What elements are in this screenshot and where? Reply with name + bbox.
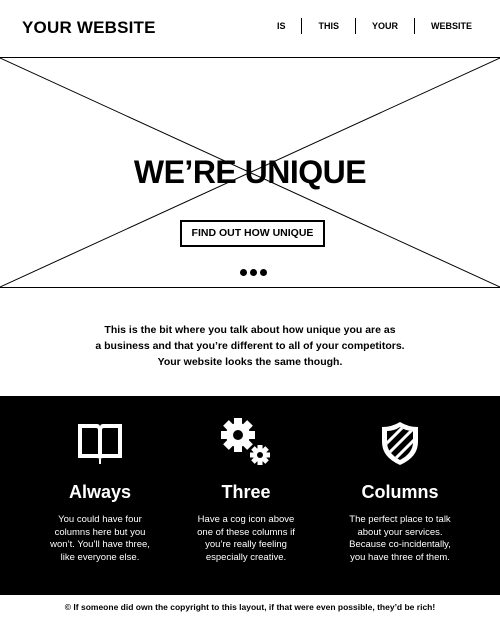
feature-text-line: like everyone else.	[60, 551, 140, 563]
feature-text-line: Have a cog icon above	[197, 514, 295, 525]
book-icon	[17, 418, 183, 468]
features-section: Always You could have four columns here …	[0, 396, 500, 595]
feature-text: The perfect place to talk about your ser…	[330, 514, 470, 564]
nav-item-website[interactable]: WEBSITE	[415, 18, 480, 34]
slide-dot-1[interactable]	[240, 269, 247, 276]
feature-text-line: Because co-incidentally,	[349, 539, 451, 550]
nav-item-your[interactable]: YOUR	[356, 18, 414, 34]
feature-text: You could have four columns here but you…	[30, 514, 170, 564]
feature-text-line: columns here but you	[54, 526, 146, 538]
feature-text-line: won’t. You’ll have three,	[50, 539, 150, 550]
find-out-button[interactable]: FIND OUT HOW UNIQUE	[180, 220, 325, 247]
site-logo[interactable]: YOUR WEBSITE	[22, 18, 156, 38]
site-header: YOUR WEBSITE IS THIS YOUR WEBSITE	[0, 0, 500, 57]
hero-title: WE’RE UNIQUE	[133, 154, 367, 190]
feature-text-line: you’re really feeling	[205, 539, 287, 550]
intro-text: This is the bit where you talk about how…	[0, 322, 500, 370]
feature-title: Columns	[361, 482, 439, 502]
footer-copyright: © If someone did own the copyright to th…	[64, 602, 436, 612]
intro-line: a business and that you’re different to …	[95, 340, 405, 352]
feature-title: Always	[68, 482, 132, 502]
feature-text-line: you have three of them.	[350, 551, 450, 563]
intro-line: This is the bit where you talk about how…	[104, 324, 396, 336]
slide-dot-3[interactable]	[260, 269, 267, 276]
shield-icon	[317, 418, 483, 468]
hero-banner: WE’RE UNIQUE FIND OUT HOW UNIQUE	[0, 57, 500, 288]
main-nav: IS THIS YOUR WEBSITE	[261, 18, 480, 34]
feature-text-line: especially creative.	[205, 551, 287, 563]
feature-text-line: The perfect place to talk	[349, 514, 451, 525]
feature-text: Have a cog icon above one of these colum…	[176, 514, 316, 564]
nav-item-this[interactable]: THIS	[302, 18, 355, 34]
feature-text-line: one of these columns if	[197, 526, 295, 538]
nav-item-is[interactable]: IS	[261, 18, 302, 34]
feature-title: Three	[221, 482, 271, 502]
slider-dots	[240, 269, 267, 276]
slide-dot-2[interactable]	[250, 269, 257, 276]
cogs-icon	[163, 418, 329, 468]
feature-text-line: about your services.	[357, 526, 443, 538]
intro-line: Your website looks the same though.	[157, 356, 343, 368]
feature-text-line: You could have four	[58, 514, 142, 525]
